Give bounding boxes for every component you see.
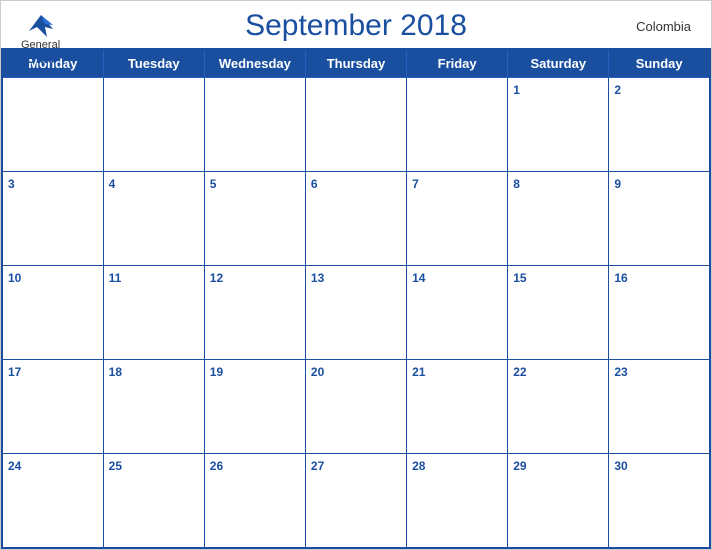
calendar-cell: 20	[305, 360, 406, 454]
day-number: 24	[8, 459, 21, 473]
calendar-week-row: 12	[2, 78, 710, 172]
calendar-page: General Blue September 2018 Colombia Mon…	[0, 0, 712, 550]
calendar-cell: 22	[508, 360, 609, 454]
calendar-cell: 2	[609, 78, 710, 172]
day-number: 11	[109, 271, 122, 285]
weekday-header-row: Monday Tuesday Wednesday Thursday Friday…	[2, 49, 710, 78]
col-tuesday: Tuesday	[103, 49, 204, 78]
day-number: 18	[109, 365, 122, 379]
col-wednesday: Wednesday	[204, 49, 305, 78]
calendar-cell	[305, 78, 406, 172]
calendar-week-row: 3 4 5 6 7 8 9	[2, 172, 710, 266]
calendar-cell: 16	[609, 266, 710, 360]
day-number: 13	[311, 271, 324, 285]
calendar-cell: 14	[407, 266, 508, 360]
calendar-cell: 17	[2, 360, 103, 454]
day-number: 6	[311, 177, 318, 191]
calendar-cell: 23	[609, 360, 710, 454]
calendar-cell: 1	[508, 78, 609, 172]
logo-general: General	[21, 39, 60, 51]
day-number: 7	[412, 177, 419, 191]
day-number: 14	[412, 271, 425, 285]
calendar-cell: 10	[2, 266, 103, 360]
calendar-cell	[2, 78, 103, 172]
calendar-cell: 3	[2, 172, 103, 266]
bird-icon	[25, 11, 57, 39]
day-number: 23	[614, 365, 627, 379]
day-number: 27	[311, 459, 324, 473]
calendar-cell: 12	[204, 266, 305, 360]
calendar-cell: 18	[103, 360, 204, 454]
logo-blue: Blue	[26, 51, 54, 66]
calendar-cell	[407, 78, 508, 172]
day-number: 29	[513, 459, 526, 473]
calendar-cell: 13	[305, 266, 406, 360]
calendar-body: 1234567891011121314151617181920212223242…	[2, 78, 710, 549]
calendar-table: Monday Tuesday Wednesday Thursday Friday…	[1, 48, 711, 549]
calendar-cell: 26	[204, 454, 305, 548]
calendar-cell: 24	[2, 454, 103, 548]
col-friday: Friday	[407, 49, 508, 78]
day-number: 26	[210, 459, 223, 473]
calendar-cell: 9	[609, 172, 710, 266]
calendar-cell: 29	[508, 454, 609, 548]
day-number: 15	[513, 271, 526, 285]
day-number: 12	[210, 271, 223, 285]
day-number: 25	[109, 459, 122, 473]
day-number: 22	[513, 365, 526, 379]
day-number: 9	[614, 177, 621, 191]
calendar-cell: 19	[204, 360, 305, 454]
day-number: 28	[412, 459, 425, 473]
calendar-week-row: 10 11 12 13 14 15 16	[2, 266, 710, 360]
country-label: Colombia	[636, 19, 691, 34]
day-number: 4	[109, 177, 116, 191]
page-title: September 2018	[245, 9, 467, 43]
page-header: General Blue September 2018 Colombia	[1, 1, 711, 48]
calendar-week-row: 17 18 19 20 21 22 23	[2, 360, 710, 454]
day-number: 10	[8, 271, 21, 285]
col-saturday: Saturday	[508, 49, 609, 78]
calendar-cell	[204, 78, 305, 172]
calendar-week-row: 24 25 26 27 28 29 30	[2, 454, 710, 548]
calendar-cell: 15	[508, 266, 609, 360]
day-number: 2	[614, 83, 621, 97]
calendar-cell: 11	[103, 266, 204, 360]
day-number: 19	[210, 365, 223, 379]
day-number: 30	[614, 459, 627, 473]
day-number: 8	[513, 177, 520, 191]
day-number: 1	[513, 83, 520, 97]
calendar-cell: 4	[103, 172, 204, 266]
calendar-cell	[103, 78, 204, 172]
day-number: 3	[8, 177, 15, 191]
calendar-cell: 27	[305, 454, 406, 548]
calendar-cell: 28	[407, 454, 508, 548]
col-thursday: Thursday	[305, 49, 406, 78]
logo: General Blue	[21, 11, 60, 66]
calendar-cell: 7	[407, 172, 508, 266]
day-number: 17	[8, 365, 21, 379]
col-sunday: Sunday	[609, 49, 710, 78]
day-number: 21	[412, 365, 425, 379]
day-number: 16	[614, 271, 627, 285]
calendar-cell: 8	[508, 172, 609, 266]
calendar-cell: 6	[305, 172, 406, 266]
day-number: 20	[311, 365, 324, 379]
calendar-cell: 5	[204, 172, 305, 266]
calendar-cell: 25	[103, 454, 204, 548]
calendar-cell: 21	[407, 360, 508, 454]
calendar-cell: 30	[609, 454, 710, 548]
day-number: 5	[210, 177, 217, 191]
